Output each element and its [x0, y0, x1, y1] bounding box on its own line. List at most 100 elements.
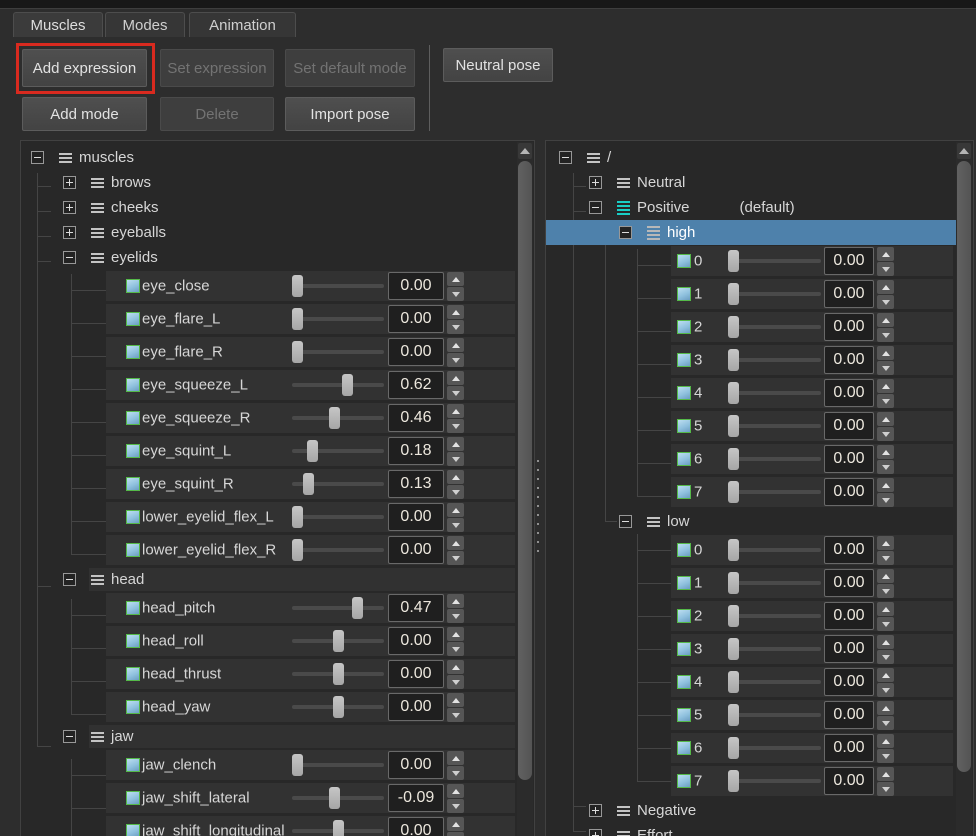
collapse-minus-icon[interactable]: [63, 251, 76, 264]
muscle-slider[interactable]: [728, 292, 821, 296]
slider-handle[interactable]: [728, 316, 739, 338]
slider-handle[interactable]: [292, 341, 303, 363]
slider-handle[interactable]: [728, 671, 739, 693]
slider-handle[interactable]: [728, 770, 739, 792]
muscle-checkbox[interactable]: [126, 824, 140, 836]
tree-node-Effort[interactable]: Effort: [546, 823, 956, 836]
muscle-checkbox[interactable]: [126, 758, 140, 772]
spin-up-icon[interactable]: [447, 272, 464, 286]
muscle-checkbox[interactable]: [126, 279, 140, 293]
tab-modes[interactable]: Modes: [105, 12, 185, 37]
collapse-minus-icon[interactable]: [619, 515, 632, 528]
muscle-slider[interactable]: [728, 424, 821, 428]
expand-plus-icon[interactable]: [63, 226, 76, 239]
muscle-value-field[interactable]: 0.00: [824, 635, 874, 663]
muscle-value-field[interactable]: 0.00: [388, 627, 444, 655]
set-expression-button[interactable]: Set expression: [160, 49, 274, 87]
slider-handle[interactable]: [292, 754, 303, 776]
expand-plus-icon[interactable]: [589, 804, 602, 817]
muscle-checkbox[interactable]: [677, 543, 691, 557]
spin-up-icon[interactable]: [877, 379, 894, 393]
spin-up-icon[interactable]: [447, 693, 464, 707]
muscle-slider[interactable]: [292, 763, 384, 767]
spin-up-icon[interactable]: [447, 751, 464, 765]
spin-up-icon[interactable]: [447, 784, 464, 798]
spin-up-icon[interactable]: [447, 305, 464, 319]
spin-up-icon[interactable]: [877, 767, 894, 781]
muscle-value-field[interactable]: 0.00: [824, 313, 874, 341]
tree-node-brows[interactable]: brows: [21, 170, 517, 195]
spin-down-icon[interactable]: [447, 832, 464, 836]
spin-down-icon[interactable]: [877, 361, 894, 375]
spin-down-icon[interactable]: [877, 617, 894, 631]
muscle-value-field[interactable]: 0.00: [824, 734, 874, 762]
spin-down-icon[interactable]: [447, 551, 464, 565]
muscle-checkbox[interactable]: [126, 601, 140, 615]
expand-plus-icon[interactable]: [63, 176, 76, 189]
muscle-checkbox[interactable]: [677, 353, 691, 367]
spin-up-icon[interactable]: [877, 313, 894, 327]
spin-down-icon[interactable]: [877, 295, 894, 309]
spin-up-icon[interactable]: [877, 536, 894, 550]
spin-up-icon[interactable]: [877, 412, 894, 426]
slider-handle[interactable]: [728, 349, 739, 371]
muscle-value-field[interactable]: 0.00: [824, 478, 874, 506]
muscle-checkbox[interactable]: [677, 774, 691, 788]
spin-up-icon[interactable]: [447, 594, 464, 608]
tree-node-root[interactable]: /: [546, 145, 956, 170]
spin-up-icon[interactable]: [447, 404, 464, 418]
muscle-checkbox[interactable]: [126, 444, 140, 458]
tree-node-head[interactable]: head: [21, 567, 517, 592]
spin-up-icon[interactable]: [447, 338, 464, 352]
muscle-slider[interactable]: [728, 490, 821, 494]
muscle-checkbox[interactable]: [126, 477, 140, 491]
expand-plus-icon[interactable]: [63, 201, 76, 214]
spin-down-icon[interactable]: [877, 716, 894, 730]
spin-down-icon[interactable]: [447, 485, 464, 499]
spin-down-icon[interactable]: [447, 353, 464, 367]
muscle-value-field[interactable]: 0.00: [388, 503, 444, 531]
slider-handle[interactable]: [303, 473, 314, 495]
muscle-value-field[interactable]: 0.00: [388, 660, 444, 688]
collapse-minus-icon[interactable]: [31, 151, 44, 164]
muscle-value-field[interactable]: 0.00: [824, 247, 874, 275]
muscle-checkbox[interactable]: [126, 634, 140, 648]
tree-node-jaw[interactable]: jaw: [21, 724, 517, 749]
slider-handle[interactable]: [292, 308, 303, 330]
tree-node-high[interactable]: high: [546, 220, 956, 245]
muscle-slider[interactable]: [728, 259, 821, 263]
slider-handle[interactable]: [728, 605, 739, 627]
spin-down-icon[interactable]: [447, 452, 464, 466]
muscle-checkbox[interactable]: [126, 543, 140, 557]
slider-handle[interactable]: [292, 506, 303, 528]
slider-handle[interactable]: [329, 787, 340, 809]
scroll-up-icon[interactable]: [518, 143, 532, 159]
muscle-checkbox[interactable]: [126, 510, 140, 524]
left-scrollbar[interactable]: [517, 142, 533, 836]
tree-node-muscles[interactable]: muscles: [21, 145, 517, 170]
muscle-checkbox[interactable]: [677, 320, 691, 334]
slider-handle[interactable]: [333, 663, 344, 685]
muscle-checkbox[interactable]: [126, 378, 140, 392]
muscle-value-field[interactable]: 0.00: [824, 569, 874, 597]
muscle-slider[interactable]: [292, 548, 384, 552]
spin-down-icon[interactable]: [877, 394, 894, 408]
muscle-slider[interactable]: [292, 284, 384, 288]
spin-down-icon[interactable]: [447, 518, 464, 532]
slider-handle[interactable]: [352, 597, 363, 619]
collapse-minus-icon[interactable]: [619, 226, 632, 239]
tree-node-Positive[interactable]: Positive(default): [546, 195, 956, 220]
muscle-value-field[interactable]: 0.47: [388, 594, 444, 622]
muscle-slider[interactable]: [292, 350, 384, 354]
spin-up-icon[interactable]: [447, 536, 464, 550]
slider-handle[interactable]: [333, 820, 344, 836]
muscle-checkbox[interactable]: [126, 411, 140, 425]
muscle-checkbox[interactable]: [677, 287, 691, 301]
spin-down-icon[interactable]: [877, 683, 894, 697]
slider-handle[interactable]: [342, 374, 353, 396]
muscle-slider[interactable]: [728, 391, 821, 395]
expand-plus-icon[interactable]: [589, 829, 602, 836]
muscle-value-field[interactable]: 0.00: [388, 305, 444, 333]
muscle-slider[interactable]: [728, 746, 821, 750]
muscle-value-field[interactable]: 0.00: [388, 338, 444, 366]
